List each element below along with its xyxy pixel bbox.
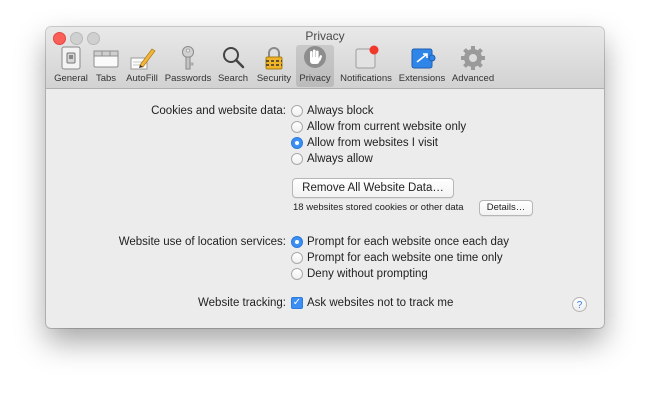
key-icon bbox=[174, 45, 202, 71]
option-label: Prompt for each website one time only bbox=[307, 252, 503, 264]
pencil-icon bbox=[128, 45, 156, 71]
cookies-option-always-allow[interactable]: Always allow bbox=[291, 153, 373, 165]
tab-search[interactable]: Search bbox=[215, 45, 251, 87]
tab-security-label: Security bbox=[256, 73, 292, 84]
tab-tabs[interactable]: Tabs bbox=[92, 45, 120, 87]
radio-button-selected[interactable] bbox=[291, 137, 303, 149]
padlock-icon bbox=[260, 45, 288, 71]
do-not-track-option[interactable]: ✓ Ask websites not to track me bbox=[291, 297, 453, 309]
location-label: Website use of location services: bbox=[118, 236, 286, 248]
radio-button[interactable] bbox=[291, 105, 303, 117]
tab-passwords[interactable]: Passwords bbox=[164, 45, 212, 87]
tab-passwords-label: Passwords bbox=[164, 73, 212, 84]
general-switch-icon bbox=[57, 45, 85, 71]
preferences-window: Privacy General Tabs AutoFill Passwords … bbox=[46, 27, 604, 328]
tab-notifications-label: Notifications bbox=[340, 73, 392, 84]
tab-autofill-label: AutoFill bbox=[126, 73, 158, 84]
cookies-label: Cookies and website data: bbox=[151, 105, 286, 117]
details-button[interactable]: Details… bbox=[479, 200, 533, 216]
tab-extensions-label: Extensions bbox=[398, 73, 446, 84]
hand-icon bbox=[301, 45, 329, 71]
remove-all-website-data-button[interactable]: Remove All Website Data… bbox=[292, 178, 454, 198]
tab-advanced-label: Advanced bbox=[451, 73, 495, 84]
stored-data-note: 18 websites stored cookies or other data bbox=[293, 202, 464, 213]
option-label: Always allow bbox=[307, 153, 373, 165]
tab-search-label: Search bbox=[217, 73, 249, 84]
radio-button[interactable] bbox=[291, 153, 303, 165]
tab-advanced[interactable]: Advanced bbox=[450, 45, 496, 87]
tab-extensions[interactable]: Extensions bbox=[397, 45, 447, 87]
option-label: Always block bbox=[307, 105, 374, 117]
radio-button-selected[interactable] bbox=[291, 236, 303, 248]
checkbox-label: Ask websites not to track me bbox=[307, 297, 454, 309]
option-label: Prompt for each website once each day bbox=[307, 236, 510, 248]
tab-autofill[interactable]: AutoFill bbox=[123, 45, 161, 87]
radio-button[interactable] bbox=[291, 121, 303, 133]
notifications-icon bbox=[352, 45, 380, 71]
tab-general-label: General bbox=[54, 73, 88, 84]
tab-general[interactable]: General bbox=[52, 45, 90, 87]
location-option-one-time-only[interactable]: Prompt for each website one time only bbox=[291, 252, 503, 264]
window-title: Privacy bbox=[305, 29, 345, 43]
tab-tabs-label: Tabs bbox=[95, 73, 117, 84]
location-option-deny[interactable]: Deny without prompting bbox=[291, 268, 428, 280]
privacy-pane: Cookies and website data: Always block A… bbox=[46, 89, 604, 328]
tabs-icon bbox=[92, 45, 120, 71]
gear-icon bbox=[459, 45, 487, 71]
tracking-label: Website tracking: bbox=[198, 297, 286, 309]
magnifier-icon bbox=[219, 45, 247, 71]
cookies-option-current-website[interactable]: Allow from current website only bbox=[291, 121, 466, 133]
option-label: Deny without prompting bbox=[307, 268, 428, 280]
tab-privacy-label: Privacy bbox=[299, 73, 331, 84]
tab-privacy[interactable]: Privacy bbox=[296, 45, 334, 87]
cookies-option-always-block[interactable]: Always block bbox=[291, 105, 373, 117]
radio-button[interactable] bbox=[291, 252, 303, 264]
radio-button[interactable] bbox=[291, 268, 303, 280]
tab-security[interactable]: Security bbox=[254, 45, 294, 87]
location-option-once-each-day[interactable]: Prompt for each website once each day bbox=[291, 236, 509, 248]
tab-notifications[interactable]: Notifications bbox=[337, 45, 395, 87]
toolbar: Privacy General Tabs AutoFill Passwords … bbox=[46, 27, 604, 89]
cookies-option-websites-i-visit[interactable]: Allow from websites I visit bbox=[291, 137, 438, 149]
checkbox-checked[interactable]: ✓ bbox=[291, 297, 303, 309]
option-label: Allow from websites I visit bbox=[307, 137, 439, 149]
option-label: Allow from current website only bbox=[307, 121, 467, 133]
puzzle-icon bbox=[408, 45, 436, 71]
help-button[interactable]: ? bbox=[572, 297, 587, 312]
